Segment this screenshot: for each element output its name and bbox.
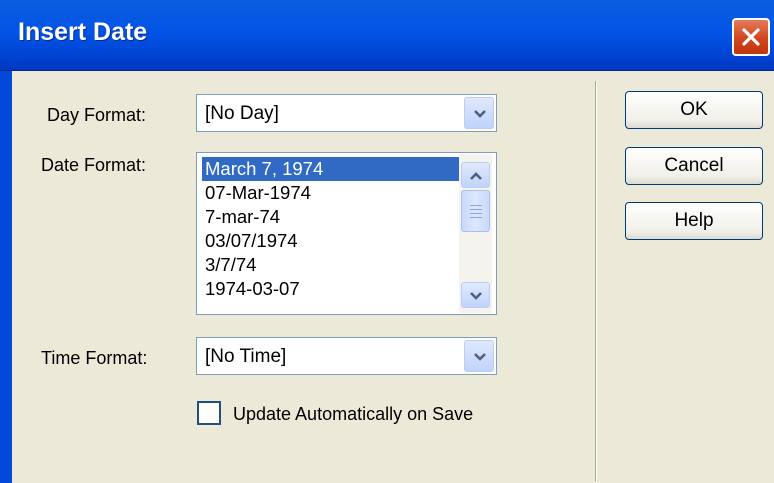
scroll-down-button[interactable] [461,282,490,308]
chevron-down-icon [474,110,486,118]
chevron-up-icon [470,172,482,180]
list-item[interactable]: 7-mar-74 [202,205,460,229]
list-item[interactable]: 07-Mar-1974 [202,181,460,205]
title-bar[interactable]: Insert Date [0,0,774,71]
day-format-label: Day Format: [47,105,147,125]
day-format-dropdown-button[interactable] [464,97,494,129]
day-format-select[interactable]: [No Day] [196,94,497,132]
time-format-dropdown-button[interactable] [464,340,494,372]
cancel-button[interactable]: Cancel [625,147,763,185]
date-format-scrollbar[interactable] [459,154,492,313]
dialog-body: Day Format: [No Day] Date Format: March … [0,71,774,483]
date-format-label: Date Format: [41,155,147,175]
scroll-up-button[interactable] [461,162,490,188]
time-format-value: [No Time] [205,346,287,367]
day-format-value: [No Day] [205,103,279,124]
scroll-thumb[interactable] [461,190,490,232]
update-automatically-checkbox[interactable] [197,401,221,425]
close-icon [742,28,760,46]
update-automatically-label[interactable]: Update Automatically on Save [233,404,473,425]
ok-button[interactable]: OK [625,91,763,129]
date-format-list[interactable]: March 7, 1974 07-Mar-1974 7-mar-74 03/07… [196,152,497,315]
close-button[interactable] [732,18,770,56]
chevron-down-icon [474,353,486,361]
list-item[interactable]: 1974-03-07 [202,277,460,301]
list-item[interactable]: 3/7/74 [202,253,460,277]
list-item[interactable]: 03/07/1974 [202,229,460,253]
chevron-down-icon [470,292,482,300]
dialog-title: Insert Date [18,18,148,46]
list-item[interactable]: March 7, 1974 [202,157,460,181]
time-format-select[interactable]: [No Time] [196,337,497,375]
insert-date-dialog: Insert Date Day Format: [No Day] Date Fo… [0,0,774,483]
divider [595,81,597,481]
help-button[interactable]: Help [625,202,763,240]
time-format-label: Time Format: [41,348,148,368]
